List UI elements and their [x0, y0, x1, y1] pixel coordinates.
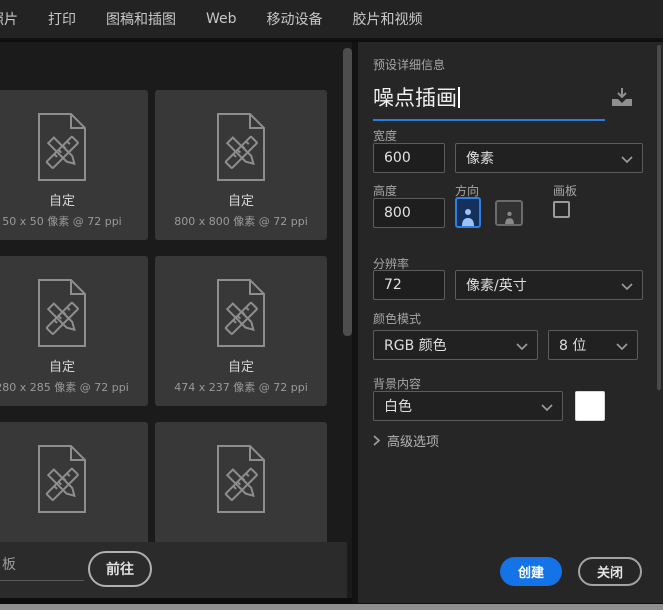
width-unit-dropdown[interactable]: 像素 — [455, 143, 643, 173]
portrait-person-icon — [461, 208, 475, 226]
width-unit-value: 像素 — [466, 148, 494, 168]
preset-name: 自定 — [228, 190, 254, 209]
preset-category-tabs: 照片 打印 图稿和插图 Web 移动设备 胶片和视频 — [0, 0, 663, 40]
document-icon — [214, 278, 268, 348]
preset-card[interactable]: 自定 280 x 285 像素 @ 72 ppi — [0, 256, 148, 406]
stock-template-search-bar: 板 前往 — [0, 542, 347, 598]
background-color-swatch[interactable] — [575, 391, 605, 421]
tab-web[interactable]: Web — [206, 11, 237, 27]
preset-dimensions: 474 x 237 像素 @ 72 ppi — [174, 379, 308, 395]
chevron-down-icon — [621, 156, 633, 163]
tab-art-illustration[interactable]: 图稿和插图 — [106, 9, 176, 29]
background-contents-dropdown[interactable]: 白色 — [373, 391, 563, 421]
preset-details-panel: 预设详细信息 噪点插画 宽度 像素 高度 方向 画板 — [358, 42, 663, 603]
preset-name: 自定 — [228, 356, 254, 375]
tab-film-video[interactable]: 胶片和视频 — [353, 9, 423, 29]
resolution-unit-dropdown[interactable]: 像素/英寸 — [455, 270, 643, 300]
color-mode-dropdown[interactable]: RGB 颜色 — [373, 330, 538, 360]
tab-mobile[interactable]: 移动设备 — [267, 9, 323, 29]
artboard-label: 画板 — [553, 182, 577, 199]
preset-name: 自定 — [49, 356, 75, 375]
preset-dimensions: 800 x 800 像素 @ 72 ppi — [174, 213, 308, 229]
details-header: 预设详细信息 — [373, 56, 445, 73]
text-cursor — [458, 87, 460, 108]
presets-scrollbar-thumb[interactable] — [343, 48, 352, 336]
preset-card[interactable]: 自定 50 x 50 像素 @ 72 ppi — [0, 90, 148, 240]
template-search-input[interactable] — [0, 580, 84, 581]
orientation-landscape-button[interactable] — [495, 200, 523, 226]
bit-depth-dropdown[interactable]: 8 位 — [548, 330, 638, 360]
details-scrollbar-thumb[interactable] — [657, 45, 661, 390]
width-label: 宽度 — [373, 127, 397, 144]
document-title-input[interactable]: 噪点插画 — [373, 82, 605, 121]
preset-dimensions: 50 x 50 像素 @ 72 ppi — [2, 213, 122, 229]
preset-card[interactable]: 自定 474 x 237 像素 @ 72 ppi — [155, 256, 327, 406]
download-icon — [610, 87, 634, 107]
presets-panel: 自定 50 x 50 像素 @ 72 ppi 自定 800 x 800 像素 @… — [0, 42, 358, 598]
close-button[interactable]: 关闭 — [578, 557, 642, 586]
color-mode-label: 颜色模式 — [373, 310, 421, 327]
window-bottom-edge — [0, 604, 663, 610]
bit-depth-value: 8 位 — [559, 335, 586, 355]
chevron-down-icon — [516, 343, 528, 350]
width-input[interactable] — [373, 143, 445, 173]
document-icon — [35, 444, 89, 514]
preset-name: 自定 — [49, 190, 75, 209]
go-button[interactable]: 前往 — [88, 551, 152, 587]
document-icon — [214, 112, 268, 182]
chevron-down-icon — [616, 343, 628, 350]
landscape-person-icon — [504, 211, 515, 224]
height-input[interactable] — [373, 198, 445, 228]
preset-card[interactable]: 自定 800 x 800 像素 @ 72 ppi — [155, 90, 327, 240]
tab-photo[interactable]: 照片 — [0, 9, 18, 29]
artboard-checkbox[interactable] — [553, 201, 570, 218]
create-button[interactable]: 创建 — [500, 557, 562, 586]
resolution-unit-value: 像素/英寸 — [466, 275, 527, 295]
document-icon — [35, 278, 89, 348]
chevron-right-icon — [373, 435, 380, 446]
chevron-down-icon — [541, 404, 553, 411]
document-icon — [35, 112, 89, 182]
color-mode-value: RGB 颜色 — [384, 335, 447, 355]
background-contents-label: 背景内容 — [373, 375, 421, 392]
orientation-portrait-button[interactable] — [455, 197, 481, 228]
background-contents-value: 白色 — [384, 396, 412, 416]
template-search-partial-label: 板 — [2, 554, 16, 574]
preset-dimensions: 280 x 285 像素 @ 72 ppi — [0, 379, 129, 395]
save-preset-button[interactable] — [608, 86, 636, 110]
chevron-down-icon — [621, 283, 633, 290]
advanced-options-label: 高级选项 — [387, 431, 439, 450]
document-title-text: 噪点插画 — [373, 86, 457, 110]
tab-print[interactable]: 打印 — [48, 9, 76, 29]
advanced-options-toggle[interactable]: 高级选项 — [373, 431, 439, 450]
height-label: 高度 — [373, 182, 397, 199]
new-document-dialog: 照片 打印 图稿和插图 Web 移动设备 胶片和视频 自定 50 x 50 像素… — [0, 0, 663, 610]
resolution-input[interactable] — [373, 270, 445, 300]
document-icon — [214, 444, 268, 514]
